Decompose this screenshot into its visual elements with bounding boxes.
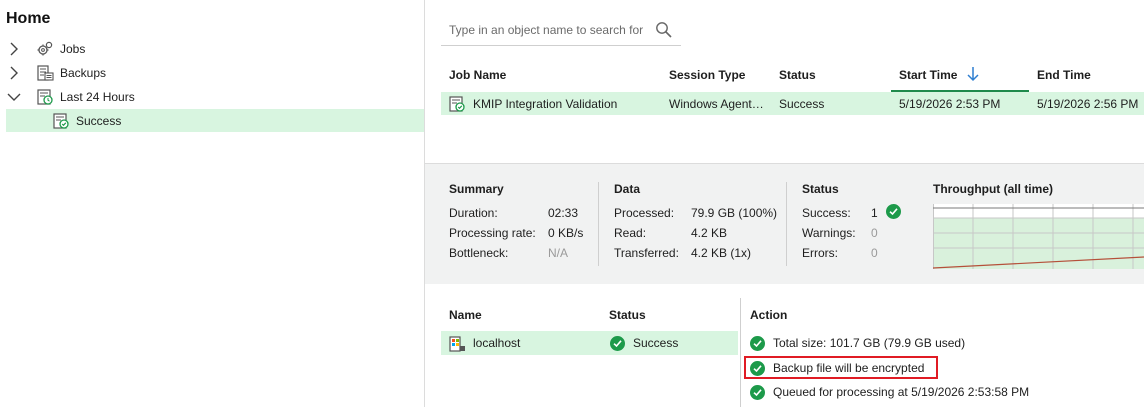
success-label: Success: xyxy=(802,206,851,220)
action-text: Queued for processing at 5/19/2026 2:53:… xyxy=(773,385,1030,399)
search-input[interactable] xyxy=(449,20,649,40)
chevron-right-icon[interactable] xyxy=(6,65,22,81)
success-check-icon xyxy=(750,335,765,351)
action-text: Total size: 101.7 GB (79.9 GB used) xyxy=(773,336,966,350)
start-time-cell: 5/19/2026 2:53 PM xyxy=(899,97,1001,111)
search-icon[interactable] xyxy=(655,21,673,42)
tree-item-label: Last 24 Hours xyxy=(60,89,135,104)
bottleneck-label: Bottleneck: xyxy=(449,246,509,260)
duration-value: 02:33 xyxy=(548,206,579,220)
table-row[interactable]: localhost Success xyxy=(441,331,738,355)
column-header-object-status[interactable]: Status xyxy=(609,308,646,322)
tree-item-label: Success xyxy=(76,113,122,128)
column-header-action[interactable]: Action xyxy=(750,308,787,322)
computer-icon xyxy=(448,335,466,356)
errors-count: 0 xyxy=(871,246,878,260)
status-heading: Status xyxy=(802,182,839,196)
session-success-icon xyxy=(448,95,466,116)
tree-item-jobs[interactable]: Jobs xyxy=(6,37,424,60)
throughput-heading: Throughput (all time) xyxy=(933,182,1053,196)
tree-item-label: Backups xyxy=(60,65,107,80)
success-check-icon xyxy=(886,204,901,219)
chevron-down-icon[interactable] xyxy=(6,89,22,105)
highlight-annotation xyxy=(744,356,938,379)
throughput-chart xyxy=(933,204,1144,269)
status-cell: Success xyxy=(779,97,825,111)
search-box xyxy=(441,15,681,46)
tree-item-label: Jobs xyxy=(60,41,86,56)
backups-icon xyxy=(36,64,54,82)
column-header-end-time[interactable]: End Time xyxy=(1037,68,1091,82)
chevron-right-icon[interactable] xyxy=(6,41,22,57)
last24-icon xyxy=(36,88,54,106)
read-label: Read: xyxy=(614,226,647,240)
column-header-session-type[interactable]: Session Type xyxy=(669,68,745,82)
warnings-count: 0 xyxy=(871,226,878,240)
end-time-cell: 5/19/2026 2:56 PM xyxy=(1037,97,1139,111)
sort-descending-icon[interactable] xyxy=(966,66,980,85)
column-header-job-name[interactable]: Job Name xyxy=(449,68,506,82)
bottleneck-value: N/A xyxy=(548,246,569,260)
column-header-status[interactable]: Status xyxy=(779,68,816,82)
duration-label: Duration: xyxy=(449,206,498,220)
action-log-item: Total size: 101.7 GB (79.9 GB used) xyxy=(750,333,965,353)
column-header-start-time[interactable]: Start Time xyxy=(899,68,957,82)
navigation-pane: Home Jobs Backups Last 24 Hours Success xyxy=(0,0,425,407)
success-session-icon xyxy=(52,112,70,130)
transferred-value: 4.2 KB (1x) xyxy=(691,246,752,260)
warnings-label: Warnings: xyxy=(802,226,856,240)
jobs-gear-icon xyxy=(36,40,54,58)
success-check-icon xyxy=(750,384,765,400)
success-check-icon xyxy=(610,336,625,351)
column-separator xyxy=(740,298,741,407)
data-heading: Data xyxy=(614,182,641,196)
session-summary-panel: Summary Duration: 02:33 Processing rate:… xyxy=(425,164,1144,284)
read-value: 4.2 KB xyxy=(691,226,728,240)
processing-rate-label: Processing rate: xyxy=(449,226,536,240)
table-row[interactable]: KMIP Integration Validation Windows Agen… xyxy=(441,92,1144,115)
separator xyxy=(598,182,599,266)
processing-rate-value: 0 KB/s xyxy=(548,226,584,240)
tree-item-backups[interactable]: Backups xyxy=(6,61,424,84)
transferred-label: Transferred: xyxy=(614,246,679,260)
object-status-cell: Success xyxy=(633,336,679,350)
success-count: 1 xyxy=(871,206,878,220)
separator xyxy=(786,182,787,266)
session-type-cell: Windows Agent… xyxy=(669,97,764,111)
processed-value: 79.9 GB (100%) xyxy=(691,206,778,220)
job-name-cell: KMIP Integration Validation xyxy=(473,97,618,111)
object-name-cell: localhost xyxy=(473,336,521,350)
summary-heading: Summary xyxy=(449,182,504,196)
errors-label: Errors: xyxy=(802,246,838,260)
tree-item-last-24-hours[interactable]: Last 24 Hours xyxy=(6,85,424,108)
action-log-item: Queued for processing at 5/19/2026 2:53:… xyxy=(750,382,1029,402)
home-title: Home xyxy=(6,10,51,27)
column-header-name[interactable]: Name xyxy=(449,308,482,322)
processed-label: Processed: xyxy=(614,206,675,220)
tree-item-success[interactable]: Success xyxy=(6,109,424,132)
